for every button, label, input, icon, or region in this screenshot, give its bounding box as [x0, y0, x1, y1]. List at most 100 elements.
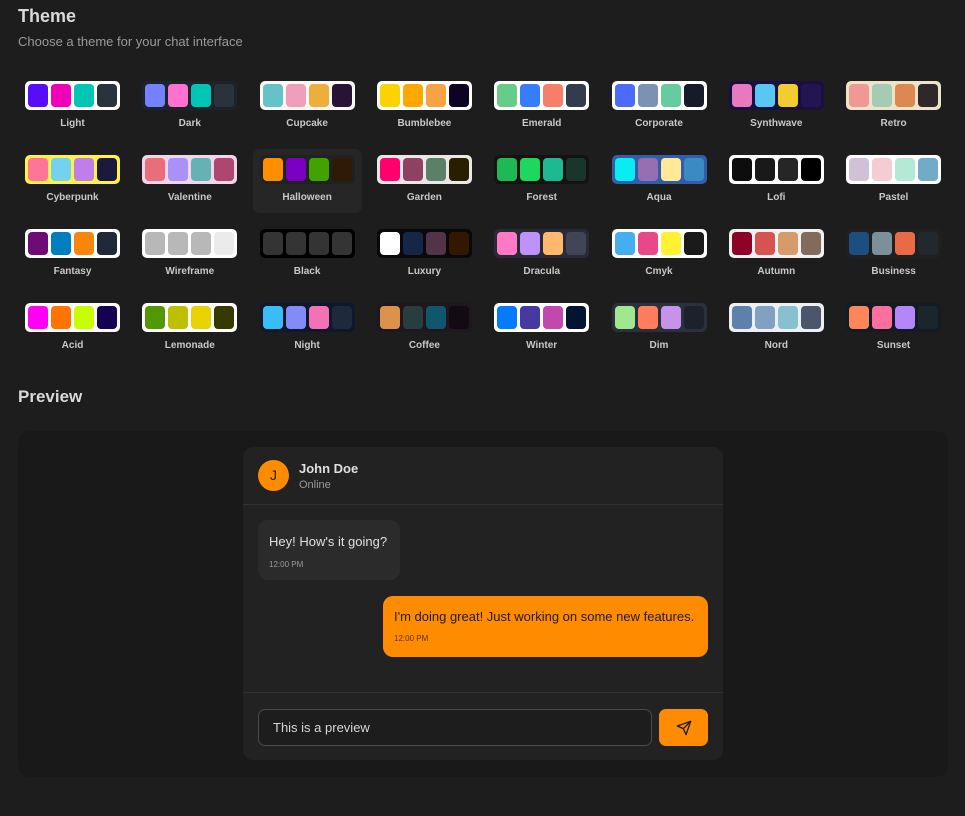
- theme-option-business[interactable]: Business: [839, 223, 948, 287]
- color-swatch: [425, 306, 446, 329]
- color-swatch: [262, 158, 283, 181]
- theme-swatch: [25, 155, 120, 184]
- color-swatch: [683, 84, 704, 107]
- theme-option-pastel[interactable]: Pastel: [839, 149, 948, 213]
- color-swatch: [308, 158, 329, 181]
- theme-option-autumn[interactable]: Autumn: [722, 223, 831, 287]
- theme-swatch: [259, 81, 355, 110]
- color-swatch: [497, 84, 518, 107]
- theme-option-bumblebee[interactable]: Bumblebee: [370, 75, 479, 139]
- theme-option-cmyk[interactable]: Cmyk: [605, 223, 714, 287]
- color-swatch: [849, 84, 870, 107]
- theme-label: Emerald: [521, 118, 562, 129]
- message-time: 12:00 PM: [269, 560, 304, 569]
- theme-label: Dark: [178, 118, 201, 129]
- theme-option-retro[interactable]: Retro: [839, 75, 948, 139]
- color-swatch: [731, 306, 752, 329]
- theme-option-garden[interactable]: Garden: [370, 149, 479, 213]
- color-swatch: [425, 158, 446, 181]
- theme-option-light[interactable]: Light: [18, 75, 127, 139]
- theme-swatch: [728, 81, 824, 110]
- color-swatch: [543, 84, 564, 107]
- color-swatch: [262, 232, 283, 255]
- theme-label: Pastel: [878, 192, 909, 203]
- color-swatch: [214, 232, 235, 255]
- color-swatch: [497, 306, 518, 329]
- theme-option-winter[interactable]: Winter: [487, 297, 596, 361]
- theme-option-nord[interactable]: Nord: [722, 297, 831, 361]
- color-swatch: [614, 158, 635, 181]
- theme-option-dim[interactable]: Dim: [605, 297, 714, 361]
- theme-swatch: [142, 303, 238, 332]
- color-swatch: [660, 306, 681, 329]
- theme-option-wireframe[interactable]: Wireframe: [135, 223, 244, 287]
- color-swatch: [191, 232, 212, 255]
- theme-swatch: [846, 155, 942, 184]
- color-swatch: [614, 84, 635, 107]
- message-text: Hey! How's it going?: [269, 534, 388, 549]
- theme-swatch: [728, 155, 824, 184]
- theme-option-acid[interactable]: Acid: [18, 297, 127, 361]
- color-swatch: [872, 306, 893, 329]
- theme-option-lemonade[interactable]: Lemonade: [135, 297, 244, 361]
- theme-swatch: [376, 303, 472, 332]
- theme-option-forest[interactable]: Forest: [487, 149, 596, 213]
- theme-option-fantasy[interactable]: Fantasy: [18, 223, 127, 287]
- color-swatch: [566, 306, 587, 329]
- color-swatch: [214, 84, 235, 107]
- theme-option-cupcake[interactable]: Cupcake: [253, 75, 362, 139]
- theme-option-sunset[interactable]: Sunset: [839, 297, 948, 361]
- theme-swatch: [376, 155, 472, 184]
- theme-option-cyberpunk[interactable]: Cyberpunk: [18, 149, 127, 213]
- color-swatch: [520, 84, 541, 107]
- theme-option-lofi[interactable]: Lofi: [722, 149, 831, 213]
- color-swatch: [402, 306, 423, 329]
- color-swatch: [308, 232, 329, 255]
- theme-swatch: [611, 155, 707, 184]
- theme-option-night[interactable]: Night: [253, 297, 362, 361]
- color-swatch: [448, 158, 469, 181]
- theme-swatch: [611, 229, 707, 258]
- color-swatch: [74, 306, 94, 329]
- theme-swatch: [25, 303, 120, 332]
- send-button[interactable]: [659, 709, 708, 746]
- theme-swatch: [25, 229, 120, 258]
- color-swatch: [214, 306, 235, 329]
- color-swatch: [895, 306, 916, 329]
- color-swatch: [800, 158, 821, 181]
- color-swatch: [74, 232, 94, 255]
- theme-option-dark[interactable]: Dark: [135, 75, 244, 139]
- color-swatch: [637, 232, 658, 255]
- color-swatch: [520, 306, 541, 329]
- message-input[interactable]: [258, 709, 652, 746]
- theme-label: Dim: [649, 340, 669, 351]
- theme-option-luxury[interactable]: Luxury: [370, 223, 479, 287]
- color-swatch: [660, 232, 681, 255]
- theme-settings-page: Theme Choose a theme for your chat inter…: [0, 0, 965, 816]
- theme-option-halloween[interactable]: Halloween: [252, 149, 362, 213]
- color-swatch: [520, 158, 541, 181]
- theme-option-aqua[interactable]: Aqua: [605, 149, 714, 213]
- color-swatch: [191, 306, 212, 329]
- color-swatch: [566, 232, 587, 255]
- color-swatch: [97, 306, 117, 329]
- theme-swatch: [376, 229, 472, 258]
- color-swatch: [731, 158, 752, 181]
- theme-option-dracula[interactable]: Dracula: [487, 223, 596, 287]
- theme-option-black[interactable]: Black: [253, 223, 362, 287]
- color-swatch: [660, 84, 681, 107]
- theme-option-valentine[interactable]: Valentine: [135, 149, 244, 213]
- color-swatch: [379, 158, 400, 181]
- theme-option-coffee[interactable]: Coffee: [370, 297, 479, 361]
- theme-option-corporate[interactable]: Corporate: [605, 75, 714, 139]
- chat-preview-window: J John Doe Online Hey! How's it going? 1…: [243, 447, 723, 760]
- theme-label: Autumn: [757, 266, 796, 277]
- color-swatch: [777, 158, 798, 181]
- color-swatch: [191, 158, 212, 181]
- theme-label: Night: [294, 340, 320, 351]
- color-swatch: [543, 232, 564, 255]
- theme-option-synthwave[interactable]: Synthwave: [722, 75, 831, 139]
- theme-label: Cupcake: [286, 118, 328, 129]
- color-swatch: [800, 306, 821, 329]
- theme-option-emerald[interactable]: Emerald: [487, 75, 596, 139]
